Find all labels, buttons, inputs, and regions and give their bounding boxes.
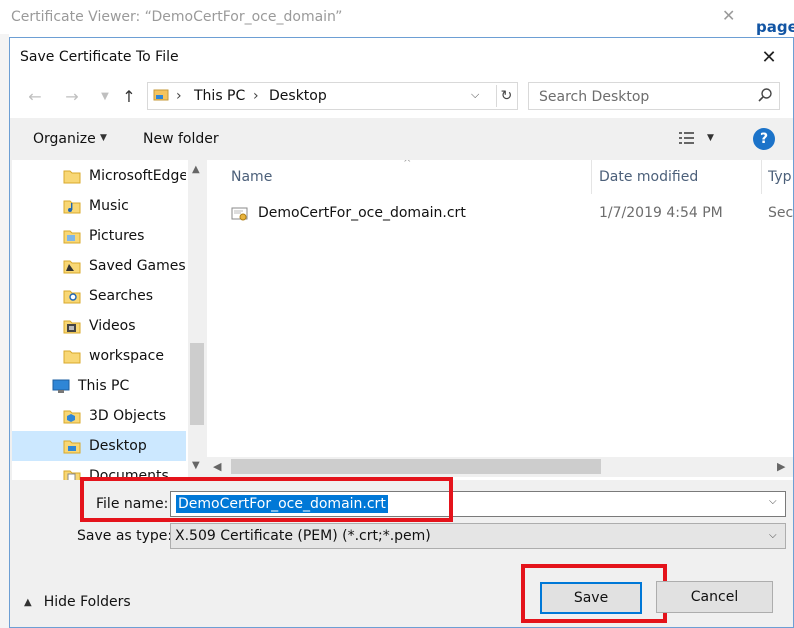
organize-button[interactable]: Organize [33,131,96,147]
horizontal-scrollbar[interactable]: ◀ ▶ [207,457,793,477]
nav-item-label: 3D Objects [89,408,167,424]
recent-locations-chevron-icon[interactable]: ▼ [94,86,116,106]
nav-item-searches[interactable]: Searches [12,281,186,311]
column-header-label: Date modified [599,169,699,185]
nav-item-label: Saved Games [89,258,186,274]
organize-caret-icon[interactable]: ▼ [100,133,107,143]
desktop-location-icon [153,89,169,101]
folder-icon [63,350,81,364]
refresh-icon[interactable]: ↻ [496,85,516,107]
certificate-viewer-title: Certificate Viewer: “DemoCertFor_oce_dom… [11,9,343,25]
column-header-type[interactable]: Typ [768,160,793,194]
view-options-icon[interactable] [678,130,696,146]
nav-item-pictures[interactable]: Pictures [12,221,186,251]
nav-item-music[interactable]: Music [12,191,186,221]
nav-item-label: Videos [89,318,136,334]
file-name: DemoCertFor_oce_domain.crt [258,205,466,221]
save-as-type-chevron-icon[interactable]: ⌵ [769,530,777,541]
certificate-viewer-close-icon[interactable]: ✕ [722,6,735,25]
column-header-date-modified[interactable]: Date modified [599,160,759,194]
up-arrow-icon[interactable]: ↑ [118,86,140,106]
file-row[interactable]: DemoCertFor_oce_domain.crt 1/7/2019 4:54… [207,201,793,227]
save-button-label: Save [573,590,609,606]
address-dropdown-chevron-icon[interactable]: ⌵ [471,88,479,102]
save-as-type-label: Save as type: [77,528,173,544]
nav-item-saved-games[interactable]: Saved Games [12,251,186,281]
scroll-right-icon[interactable]: ▶ [777,460,785,473]
nav-item-this-pc[interactable]: This PC [12,371,186,401]
nav-item-label: This PC [78,378,130,394]
nav-item-label: Pictures [89,228,145,244]
command-toolbar: Organize ▼ New folder ▼ ? [10,118,793,160]
nav-item-label: Searches [89,288,154,304]
file-list-pane: ^ Name Date modified Typ DemoCertFor_oce… [207,160,793,480]
help-icon[interactable]: ? [753,128,775,150]
nav-item-label: MicrosoftEdgeB [89,168,186,184]
desktop-folder-icon [63,440,81,454]
navigation-scrollbar[interactable]: ▲ ▼ [188,160,206,480]
nav-item-label: Music [89,198,129,214]
hide-folders-label: Hide Folders [43,594,131,610]
3d-objects-icon [63,410,81,424]
cancel-button[interactable]: Cancel [656,581,773,613]
breadcrumb-separator-icon: › [253,88,259,104]
breadcrumb-desktop[interactable]: Desktop [269,88,327,104]
certificate-file-icon [231,207,248,221]
search-icon [758,88,772,102]
save-as-type-value: X.509 Certificate (PEM) (*.crt;*.pem) [175,528,431,544]
file-date-modified: 1/7/2019 4:54 PM [599,205,723,221]
documents-folder-icon [63,470,81,480]
save-as-type-select[interactable]: X.509 Certificate (PEM) (*.crt;*.pem) ⌵ [170,523,786,549]
nav-item-desktop[interactable]: Desktop [12,431,186,461]
breadcrumb-separator-icon: › [176,88,182,104]
scrollbar-thumb[interactable] [231,459,601,474]
highlight-box-file-name [80,477,453,522]
forward-arrow-icon[interactable]: → [61,86,83,106]
cancel-button-label: Cancel [690,589,739,605]
page-link[interactable]: page [756,18,794,36]
music-folder-icon [63,200,81,214]
close-icon[interactable]: ✕ [754,44,784,70]
searches-icon [63,290,81,304]
nav-item-label: workspace [89,348,164,364]
column-header-name[interactable]: Name [231,160,591,194]
address-bar[interactable]: › This PC › Desktop ⌵ ↻ [147,82,518,110]
nav-item-label: Desktop [89,438,147,454]
column-divider[interactable] [761,160,762,194]
scroll-down-icon[interactable]: ▼ [192,460,200,471]
file-name-dropdown-icon[interactable]: ⌵ [769,496,777,507]
saved-games-icon [63,260,81,274]
scrollbar-thumb[interactable] [190,343,204,425]
hide-folders-button[interactable]: ▲ Hide Folders [24,594,131,610]
scroll-up-icon[interactable]: ▲ [192,164,200,175]
dialog-titlebar[interactable]: Save Certificate To File ✕ [10,38,793,74]
save-certificate-dialog: Save Certificate To File ✕ ← → ▼ ↑ › Thi… [9,37,794,628]
nav-item-microsoftedge[interactable]: MicrosoftEdgeB [12,161,186,191]
view-caret-icon[interactable]: ▼ [707,133,714,143]
videos-folder-icon [63,320,81,334]
nav-item-videos[interactable]: Videos [12,311,186,341]
pictures-folder-icon [63,230,81,244]
file-type: Sec [768,205,793,221]
column-divider[interactable] [591,160,592,194]
new-folder-button[interactable]: New folder [143,131,219,147]
background-edge [0,34,9,628]
pc-icon [52,379,70,393]
scroll-left-icon[interactable]: ◀ [213,460,221,473]
dialog-title: Save Certificate To File [20,49,179,65]
nav-item-workspace[interactable]: workspace [12,341,186,371]
collapse-caret-icon: ▲ [24,596,32,608]
column-header-label: Name [231,169,273,185]
folder-icon [63,170,81,184]
address-row: ← → ▼ ↑ › This PC › Desktop ⌵ ↻ Search D… [10,74,793,118]
search-input[interactable]: Search Desktop [528,82,780,110]
nav-item-3d-objects[interactable]: 3D Objects [12,401,186,431]
search-placeholder: Search Desktop [539,89,650,105]
column-header-label: Typ [768,169,792,185]
breadcrumb-this-pc[interactable]: This PC [194,88,245,104]
navigation-pane: MicrosoftEdgeB Music Pictures Saved Game… [12,160,206,480]
save-button[interactable]: Save [540,582,642,614]
back-arrow-icon[interactable]: ← [24,86,46,106]
